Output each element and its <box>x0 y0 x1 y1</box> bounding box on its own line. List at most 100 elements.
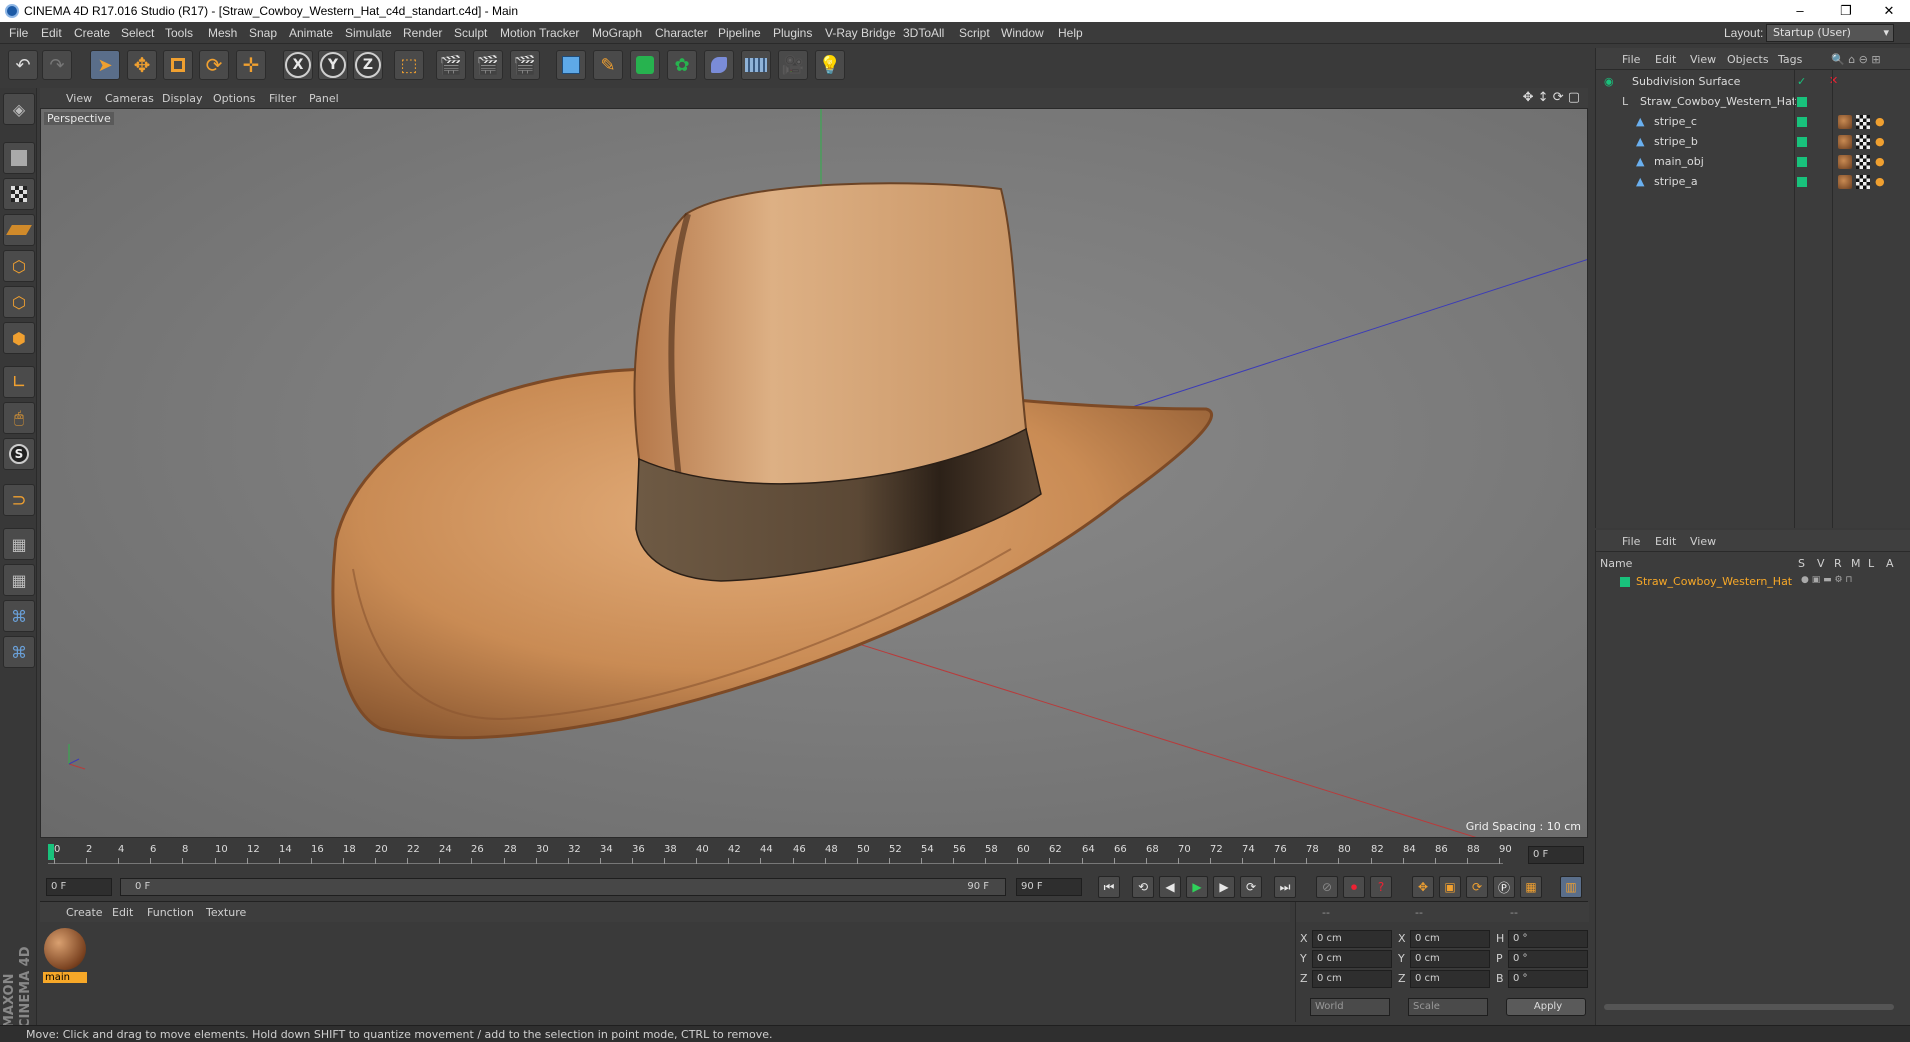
cube-primitive-button[interactable] <box>556 50 586 80</box>
subdivision-button[interactable] <box>630 50 660 80</box>
start-frame-field[interactable]: 0 F <box>46 878 112 896</box>
key-rotation-button[interactable]: ⟳ <box>1466 876 1488 898</box>
menu-character[interactable]: Character <box>655 26 708 40</box>
size-z-field[interactable]: 0 cm <box>1410 970 1490 988</box>
viewport-menu-display[interactable]: Display <box>162 92 203 105</box>
key-pla-button[interactable]: ▦ <box>1520 876 1542 898</box>
end-frame-field[interactable]: 90 F <box>1016 878 1082 896</box>
planar-workplane-button[interactable]: ▦ <box>3 564 35 596</box>
material-tag-icon[interactable] <box>1838 155 1852 169</box>
viewport-menu-cameras[interactable]: Cameras <box>105 92 154 105</box>
objmgr-menu-objects[interactable]: Objects <box>1727 53 1769 66</box>
coordinate-mode-select[interactable]: World <box>1310 998 1390 1016</box>
live-selection-button[interactable]: ✛ <box>236 50 266 80</box>
enable-axis-button[interactable]: ∟ <box>3 366 35 398</box>
restore-button[interactable]: ❐ <box>1823 0 1869 22</box>
key-parameter-button[interactable]: Ⓟ <box>1493 876 1515 898</box>
floor-button[interactable] <box>741 50 771 80</box>
texture-mode-button[interactable] <box>3 178 35 210</box>
material-swatch-main[interactable]: main <box>43 928 87 986</box>
material-tag-icon[interactable] <box>1838 135 1852 149</box>
objmgr-menu-file[interactable]: File <box>1622 53 1640 66</box>
perspective-viewport[interactable]: Perspective Grid Spacing: 10 cm <box>40 108 1588 838</box>
menu-select[interactable]: Select <box>121 26 154 40</box>
layermgr-menu-file[interactable]: File <box>1622 535 1640 548</box>
viewport-navigation-icons[interactable]: ✥ ↕ ⟳ ▢ <box>1523 90 1580 105</box>
snap-button[interactable]: ⊃ <box>3 484 35 516</box>
timeline-window-button[interactable]: ▥ <box>1560 876 1582 898</box>
menu-sculpt[interactable]: Sculpt <box>454 26 487 40</box>
go-to-start-button[interactable]: ⏮ <box>1098 876 1120 898</box>
scale-tool-button[interactable] <box>163 50 193 80</box>
key-scale-button[interactable]: ▣ <box>1439 876 1461 898</box>
enabled-check-icon[interactable]: ✓ <box>1797 75 1806 88</box>
layer-color-box[interactable] <box>1797 177 1807 187</box>
python-script-button[interactable]: ⌘ <box>3 600 35 632</box>
close-button[interactable]: ✕ <box>1866 0 1910 22</box>
move-tool-button[interactable]: ✥ <box>127 50 157 80</box>
objmgr-menu-edit[interactable]: Edit <box>1655 53 1676 66</box>
delete-x-icon[interactable]: ✕ <box>1829 74 1838 87</box>
keyframe-selection-button[interactable]: ? <box>1370 876 1392 898</box>
material-menu-function[interactable]: Function <box>147 906 194 919</box>
viewport-menu-filter[interactable]: Filter <box>269 92 296 105</box>
object-row-hat-null[interactable]: L Straw_Cowboy_Western_Hat <box>1596 92 1896 112</box>
layer-color-box[interactable] <box>1797 157 1807 167</box>
size-y-field[interactable]: 0 cm <box>1410 950 1490 968</box>
menu-mograph[interactable]: MoGraph <box>592 26 642 40</box>
menu-motion-tracker[interactable]: Motion Tracker <box>500 26 579 40</box>
rotation-b-field[interactable]: 0 ° <box>1508 970 1588 988</box>
current-frame-field[interactable]: 0 F <box>1528 846 1584 864</box>
layer-color-box[interactable] <box>1797 117 1807 127</box>
menu-plugins[interactable]: Plugins <box>773 26 812 40</box>
position-x-field[interactable]: 0 cm <box>1312 930 1392 948</box>
menu-edit[interactable]: Edit <box>41 26 62 40</box>
layermgr-menu-edit[interactable]: Edit <box>1655 535 1676 548</box>
uvw-tag-icon[interactable] <box>1856 175 1870 189</box>
python-script-2-button[interactable]: ⌘ <box>3 636 35 668</box>
layer-color-box[interactable] <box>1797 97 1807 107</box>
viewport-menu-panel[interactable]: Panel <box>309 92 339 105</box>
material-menu-create[interactable]: Create <box>66 906 103 919</box>
menu-create[interactable]: Create <box>74 26 110 40</box>
workplane-button[interactable] <box>3 214 35 246</box>
horizontal-scrollbar[interactable] <box>1604 1004 1894 1010</box>
rotate-tool-button[interactable]: ⟳ <box>199 50 229 80</box>
polygons-mode-button[interactable]: ⬢ <box>3 322 35 354</box>
object-row-stripe-b[interactable]: ▲ stripe_b ● <box>1596 132 1896 152</box>
material-tag-icon[interactable] <box>1838 115 1852 129</box>
pen-spline-button[interactable]: ✎ <box>593 50 623 80</box>
menu-animate[interactable]: Animate <box>289 26 333 40</box>
menu-simulate[interactable]: Simulate <box>345 26 392 40</box>
rotation-h-field[interactable]: 0 ° <box>1508 930 1588 948</box>
objmgr-menu-tags[interactable]: Tags <box>1778 53 1802 66</box>
viewport-menu-view[interactable]: View <box>66 92 92 105</box>
render-settings-button[interactable]: 🎬 <box>510 50 540 80</box>
layer-toggle-icons[interactable]: ● ▣ ▬ ⚙ ⊓ <box>1801 575 1852 585</box>
menu-vray-bridge[interactable]: V-Ray Bridge <box>825 26 896 40</box>
edges-mode-button[interactable]: ⬡ <box>3 286 35 318</box>
next-frame-button[interactable]: ▶ <box>1213 876 1235 898</box>
select-tool-button[interactable]: ➤ <box>90 50 120 80</box>
cloner-button[interactable]: ✿ <box>667 50 697 80</box>
autokey-button[interactable]: ⏺ <box>1343 876 1365 898</box>
menu-tools[interactable]: Tools <box>165 26 193 40</box>
redo-button[interactable]: ↷ <box>42 50 72 80</box>
light-button[interactable]: 💡 <box>815 50 845 80</box>
tweak-mode-button[interactable]: 🖱 <box>3 402 35 434</box>
next-key-button[interactable]: ⟳ <box>1240 876 1262 898</box>
menu-pipeline[interactable]: Pipeline <box>718 26 761 40</box>
undo-button[interactable]: ↶ <box>8 50 38 80</box>
coordinate-system-button[interactable]: ⬚ <box>394 50 424 80</box>
phong-tag-icon[interactable]: ● <box>1875 175 1885 188</box>
position-y-field[interactable]: 0 cm <box>1312 950 1392 968</box>
menu-help[interactable]: Help <box>1058 26 1083 40</box>
make-editable-button[interactable]: ◈ <box>3 93 35 125</box>
material-menu-texture[interactable]: Texture <box>206 906 246 919</box>
layermgr-menu-view[interactable]: View <box>1690 535 1716 548</box>
points-mode-button[interactable]: ⬡ <box>3 250 35 282</box>
objmgr-menu-view[interactable]: View <box>1690 53 1716 66</box>
layer-color-box[interactable] <box>1797 137 1807 147</box>
render-view-button[interactable]: 🎬 <box>436 50 466 80</box>
layout-select[interactable]: Startup (User) ▾ <box>1766 24 1894 42</box>
